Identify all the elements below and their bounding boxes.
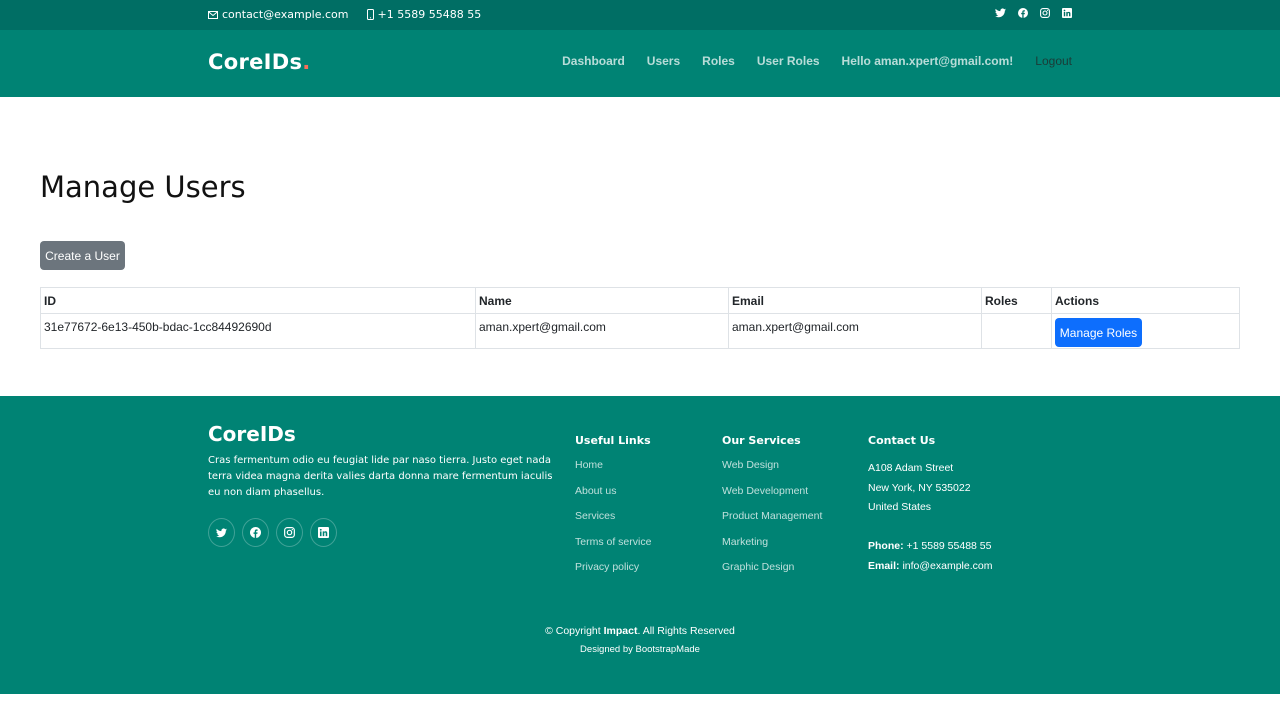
footer-service-product-management[interactable]: Product Management xyxy=(722,510,822,536)
footer-link-home[interactable]: Home xyxy=(575,459,651,485)
cell-id: 31e77672-6e13-450b-bdac-1cc84492690d xyxy=(40,313,476,349)
footer-link-terms[interactable]: Terms of service xyxy=(575,536,651,562)
topbar-email-text: contact@example.com xyxy=(222,8,349,21)
contact-email-value: info@example.com xyxy=(902,559,993,572)
nav-roles[interactable]: Roles xyxy=(702,54,735,68)
footer-link-privacy[interactable]: Privacy policy xyxy=(575,561,651,587)
column-header-name: Name xyxy=(475,287,729,314)
footer-contact: Contact Us A108 Adam Street New York, NY… xyxy=(868,434,992,576)
footer-instagram-link[interactable] xyxy=(276,518,303,547)
topbar-email[interactable]: contact@example.com xyxy=(208,8,349,21)
main-nav: Dashboard Users Roles User Roles Hello a… xyxy=(562,54,1072,68)
logout-button[interactable]: Logout xyxy=(1035,54,1072,68)
footer-useful-links: Useful Links Home About us Services Term… xyxy=(575,434,651,587)
footer-linkedin-link[interactable] xyxy=(310,518,337,547)
nav-hello-user[interactable]: Hello aman.xpert@gmail.com! xyxy=(842,54,1014,68)
instagram-icon xyxy=(284,527,295,538)
logo-dot: . xyxy=(302,50,311,74)
topbar-phone: +1 5589 55488 55 xyxy=(366,8,482,21)
cell-actions: Manage Roles xyxy=(1051,313,1240,349)
cell-roles xyxy=(981,313,1052,349)
instagram-icon[interactable] xyxy=(1040,8,1050,18)
contact-phone-value: +1 5589 55488 55 xyxy=(906,540,992,552)
column-header-id: ID xyxy=(40,287,476,314)
contact-address: A108 Adam Street New York, NY 535022 Uni… xyxy=(868,459,992,576)
footer-service-web-development[interactable]: Web Development xyxy=(722,485,822,511)
manage-roles-button[interactable]: Manage Roles xyxy=(1055,318,1142,347)
footer-facebook-link[interactable] xyxy=(242,518,269,547)
copyright: © Copyright Impact. All Rights Reserved xyxy=(0,625,1280,637)
useful-links-title: Useful Links xyxy=(575,434,651,447)
column-header-roles: Roles xyxy=(981,287,1052,314)
services-title: Our Services xyxy=(722,434,801,447)
contact-email: Email: info@example.com xyxy=(868,557,992,577)
twitter-icon[interactable] xyxy=(995,8,1006,18)
contact-city: New York, NY 535022 xyxy=(868,481,971,494)
contact-country: United States xyxy=(868,501,932,513)
nav-users[interactable]: Users xyxy=(647,54,680,68)
linkedin-icon xyxy=(318,527,329,538)
footer: CoreIDs Cras fermentum odio eu feugiat l… xyxy=(0,396,1280,694)
table-row: 31e77672-6e13-450b-bdac-1cc84492690d ama… xyxy=(40,313,1240,349)
page-title: Manage Users xyxy=(40,170,246,204)
footer-social xyxy=(208,518,337,547)
header: CoreIDs. Dashboard Users Roles User Role… xyxy=(0,30,1280,97)
topbar-phone-text: +1 5589 55488 55 xyxy=(377,8,482,21)
topbar-social xyxy=(995,8,1072,18)
footer-service-marketing[interactable]: Marketing xyxy=(722,536,822,562)
designed-by[interactable]: Designed by BootstrapMade xyxy=(0,644,1280,655)
cell-email: aman.xpert@gmail.com xyxy=(728,313,982,349)
contact-title: Contact Us xyxy=(868,434,936,447)
contact-street: A108 Adam Street xyxy=(868,462,954,474)
logo[interactable]: CoreIDs. xyxy=(208,50,311,74)
footer-twitter-link[interactable] xyxy=(208,518,235,547)
nav-dashboard[interactable]: Dashboard xyxy=(562,54,625,68)
copyright-prefix: © Copyright xyxy=(545,625,601,637)
logo-text: CoreIDs xyxy=(208,50,303,74)
phone-icon xyxy=(366,9,374,20)
envelope-icon xyxy=(208,10,218,19)
footer-logo[interactable]: CoreIDs xyxy=(208,422,296,446)
linkedin-icon[interactable] xyxy=(1062,8,1072,18)
footer-link-about[interactable]: About us xyxy=(575,485,651,511)
copyright-suffix: . All Rights Reserved xyxy=(637,625,735,637)
facebook-icon[interactable] xyxy=(1018,8,1028,18)
footer-description: Cras fermentum odio eu feugiat lide par … xyxy=(208,455,553,498)
facebook-icon xyxy=(250,527,261,538)
cell-name: aman.xpert@gmail.com xyxy=(475,313,729,349)
footer-service-graphic-design[interactable]: Graphic Design xyxy=(722,561,822,587)
table-header-row: ID Name Email Roles Actions xyxy=(40,287,1240,314)
topbar-contact: contact@example.com +1 5589 55488 55 xyxy=(208,8,481,21)
footer-services: Our Services Web Design Web Development … xyxy=(722,434,822,587)
contact-phone: Phone: +1 5589 55488 55 xyxy=(868,537,992,557)
contact-phone-label: Phone: xyxy=(868,540,904,552)
nav-user-roles[interactable]: User Roles xyxy=(757,54,820,68)
contact-email-label: Email: xyxy=(868,559,900,572)
create-user-button[interactable]: Create a User xyxy=(40,241,125,270)
twitter-icon xyxy=(216,527,227,538)
column-header-actions: Actions xyxy=(1051,287,1240,314)
footer-link-services[interactable]: Services xyxy=(575,510,651,536)
footer-service-web-design[interactable]: Web Design xyxy=(722,459,822,485)
topbar: contact@example.com +1 5589 55488 55 xyxy=(0,0,1280,30)
column-header-email: Email xyxy=(728,287,982,314)
users-table: ID Name Email Roles Actions 31e77672-6e1… xyxy=(40,287,1240,349)
copyright-brand: Impact xyxy=(603,625,638,637)
